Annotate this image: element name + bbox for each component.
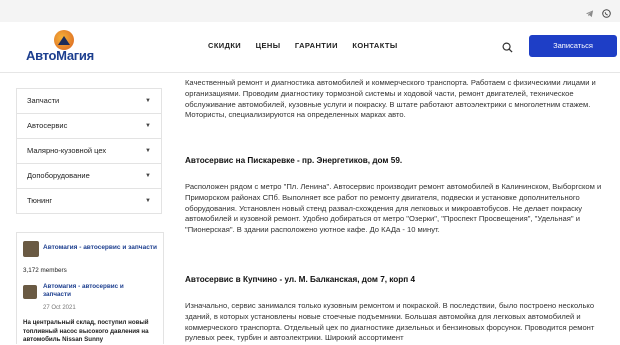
post-text: На центральный склад, поступил новый топ… — [23, 319, 149, 344]
search-icon[interactable] — [502, 40, 513, 58]
nav-item-discounts[interactable]: СКИДКИ — [208, 41, 241, 50]
main-nav: СКИДКИ ЦЕНЫ ГАРАНТИИ КОНТАКТЫ — [208, 41, 410, 50]
subscribe-button[interactable]: Записаться — [529, 35, 617, 57]
post-date: 27 Oct 2021 — [43, 305, 76, 311]
post-author[interactable]: Автомагия - автосервис и запчасти — [43, 283, 153, 299]
channel-avatar[interactable] — [23, 241, 39, 257]
sidebar-item-label: Автосервис — [27, 121, 68, 130]
members-count: 3,172 members — [23, 267, 67, 274]
top-bar — [0, 0, 620, 22]
logo-text: АвтоМагия — [26, 48, 94, 63]
header: АвтоМагия СКИДКИ ЦЕНЫ ГАРАНТИИ КОНТАКТЫ … — [0, 22, 620, 73]
caret-down-icon: ▼ — [145, 198, 151, 204]
telegram-icon[interactable] — [585, 5, 594, 23]
sidebar-item-label: Тюнинг — [27, 196, 53, 205]
caret-down-icon: ▼ — [145, 123, 151, 129]
sidebar-item-equipment[interactable]: Допоборудование ▼ — [16, 164, 162, 189]
intro-paragraph: Качественный ремонт и диагностика автомо… — [185, 78, 596, 120]
sidebar-item-label: Запчасти — [27, 96, 60, 105]
section-title-piskarevka: Автосервис на Пискаревке - пр. Энергетик… — [185, 156, 403, 165]
sidebar-item-parts[interactable]: Запчасти ▼ — [16, 88, 162, 114]
sidebar-item-autoservice[interactable]: Автосервис ▼ — [16, 114, 162, 139]
channel-title[interactable]: Автомагия - автосервис и запчасти — [43, 244, 157, 251]
telegram-widget: Автомагия - автосервис и запчасти 3,172 … — [16, 232, 164, 344]
logo-mark-icon — [54, 30, 74, 50]
caret-down-icon: ▼ — [145, 173, 151, 179]
sidebar-menu: Запчасти ▼ Автосервис ▼ Малярно-кузовной… — [16, 88, 162, 214]
sidebar-item-label: Допоборудование — [27, 171, 90, 180]
section-text-piskarevka: Расположен рядом с метро "Пл. Ленина". А… — [185, 182, 602, 235]
logo[interactable]: АвтоМагия — [26, 30, 94, 64]
caret-down-icon: ▼ — [145, 148, 151, 154]
caret-down-icon: ▼ — [145, 98, 151, 104]
post-avatar — [23, 285, 37, 299]
whatsapp-icon[interactable] — [602, 5, 611, 23]
section-title-kupchino: Автосервис в Купчино - ул. М. Балканская… — [185, 275, 416, 284]
sidebar-item-label: Малярно-кузовной цех — [27, 146, 107, 155]
nav-item-guarantees[interactable]: ГАРАНТИИ — [295, 41, 338, 50]
sidebar-item-tuning[interactable]: Тюнинг ▼ — [16, 189, 162, 214]
nav-item-contacts[interactable]: КОНТАКТЫ — [352, 41, 397, 50]
section-text-kupchino: Изначально, сервис занимался только кузо… — [185, 301, 595, 343]
nav-item-prices[interactable]: ЦЕНЫ — [256, 41, 281, 50]
sidebar-item-bodyshop[interactable]: Малярно-кузовной цех ▼ — [16, 139, 162, 164]
